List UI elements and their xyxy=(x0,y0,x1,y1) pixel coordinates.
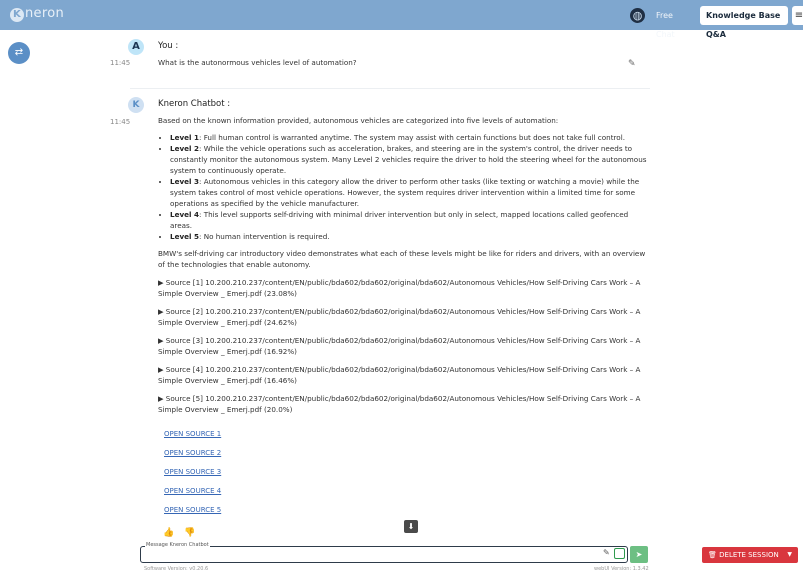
open-source-link-3[interactable]: OPEN SOURCE 3 xyxy=(164,463,648,482)
open-source-link-1[interactable]: OPEN SOURCE 1 xyxy=(164,425,648,444)
webui-version: webUI Version: 1.3.42 xyxy=(594,566,649,572)
tab-free-chat[interactable]: Free Chat xyxy=(650,6,700,39)
menu-icon[interactable]: ≡ xyxy=(792,6,803,25)
bot-message: K Kneron Chatbot : 11:45 Based on the kn… xyxy=(110,97,650,537)
tab-knowledge-base[interactable]: Knowledge Base Q&A xyxy=(700,6,788,39)
source-entry-5[interactable]: ▶ Source [5] 10.200.210.237/content/EN/p… xyxy=(158,393,648,415)
copy-icon[interactable] xyxy=(614,548,625,559)
trash-icon: 🗑 xyxy=(708,551,717,559)
download-icon[interactable]: ⬇ xyxy=(404,520,418,533)
message-input-box xyxy=(140,546,628,568)
pencil-icon[interactable]: ✎ xyxy=(603,548,610,557)
open-source-link-5[interactable]: OPEN SOURCE 5 xyxy=(164,501,648,520)
send-icon: ➤ xyxy=(635,550,643,559)
user-message-text: What is the autonormous vehicles level o… xyxy=(158,58,357,67)
feedback-buttons: 👍 👎 xyxy=(163,528,205,538)
bot-name: Kneron Chatbot : xyxy=(158,99,231,109)
user-avatar: A xyxy=(128,39,144,55)
source-entry-2[interactable]: ▶ Source [2] 10.200.210.237/content/EN/p… xyxy=(158,306,648,328)
source-entry-1[interactable]: ▶ Source [1] 10.200.210.237/content/EN/p… xyxy=(158,277,648,299)
bot-avatar: K xyxy=(128,97,144,113)
app-logo[interactable]: Kneron xyxy=(10,6,64,22)
user-message: A You : 11:45 What is the autonormous ve… xyxy=(110,39,650,79)
open-source-link-4[interactable]: OPEN SOURCE 4 xyxy=(164,482,648,501)
open-source-link-2[interactable]: OPEN SOURCE 2 xyxy=(164,444,648,463)
source-entry-4[interactable]: ▶ Source [4] 10.200.210.237/content/EN/p… xyxy=(158,364,648,386)
thumb-down-icon[interactable]: 👎 xyxy=(184,528,195,538)
globe-icon[interactable]: ◍ xyxy=(630,8,645,23)
open-source-links: OPEN SOURCE 1 OPEN SOURCE 2 OPEN SOURCE … xyxy=(164,425,648,520)
list-item: Level 1: Full human control is warranted… xyxy=(170,132,648,143)
list-item: Level 4: This level supports self-drivin… xyxy=(170,209,648,231)
message-input-label: Message Kneron Chatbot xyxy=(145,542,210,548)
bot-message-body: Based on the known information provided,… xyxy=(158,115,648,520)
swap-icon: ⇄ xyxy=(14,47,24,58)
bot-intro: Based on the known information provided,… xyxy=(158,116,559,125)
top-bar: Kneron ◍ Free Chat Knowledge Base Q&A ≡ xyxy=(0,0,803,39)
software-version: Software Version: v0.20.6 xyxy=(144,566,209,572)
user-name: You : xyxy=(158,41,179,51)
bot-summary: BMW's self-driving car introductory vide… xyxy=(158,249,646,269)
bot-message-time: 11:45 xyxy=(110,118,131,126)
chevron-down-icon[interactable]: ▼ xyxy=(787,547,792,563)
user-message-time: 11:45 xyxy=(110,59,131,67)
list-item: Level 5: No human intervention is requir… xyxy=(170,231,648,242)
message-divider xyxy=(130,88,650,89)
sidebar-toggle-button[interactable]: ⇄ xyxy=(8,42,30,64)
thumb-up-icon[interactable]: 👍 xyxy=(163,528,174,538)
levels-list: Level 1: Full human control is warranted… xyxy=(170,132,648,242)
list-item: Level 2: While the vehicle operations su… xyxy=(170,143,648,176)
delete-session-button[interactable]: 🗑 DELETE SESSION ▼ xyxy=(702,547,798,563)
list-item: Level 3: Autonomous vehicles in this cat… xyxy=(170,176,648,209)
send-button[interactable]: ➤ xyxy=(630,546,648,563)
source-entry-3[interactable]: ▶ Source [3] 10.200.210.237/content/EN/p… xyxy=(158,335,648,357)
pencil-icon[interactable]: ✎ xyxy=(628,59,636,69)
